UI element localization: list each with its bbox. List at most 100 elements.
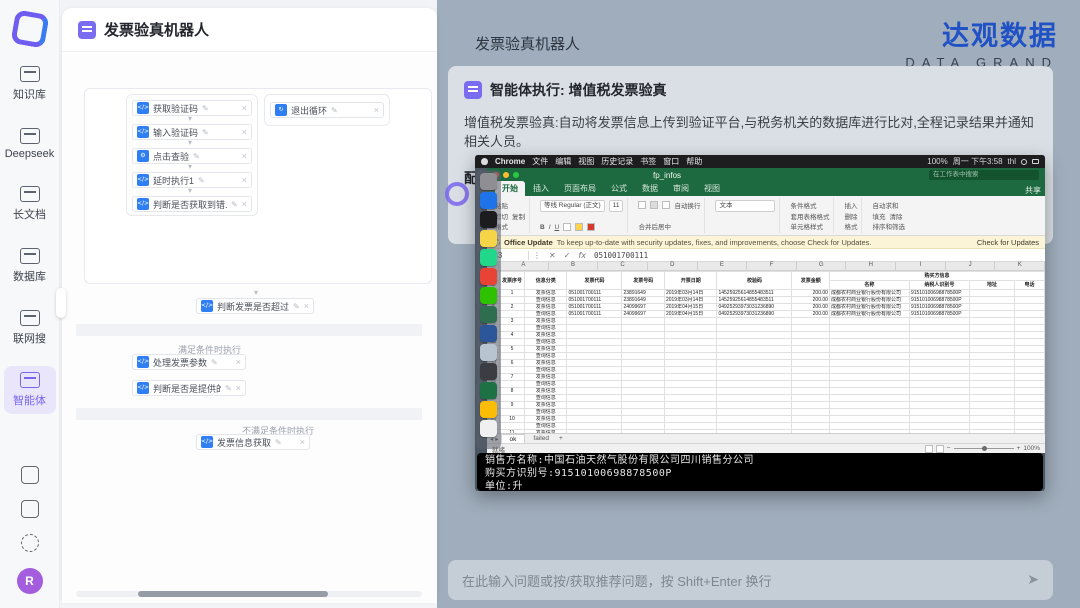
menubar-menu-item[interactable]: 帮助 [686, 156, 702, 167]
dock-app-icon-finder[interactable] [480, 420, 497, 437]
edit-node-icon[interactable]: ✎ [275, 438, 282, 447]
italic-button[interactable]: I [549, 224, 551, 231]
ribbon-tab[interactable]: 公式 [604, 181, 634, 196]
user-avatar[interactable]: R [17, 568, 43, 594]
zoom-out-icon[interactable]: − [947, 445, 951, 452]
edit-node-icon[interactable]: ✎ [193, 152, 200, 161]
sort-filter-button[interactable]: 排序和筛选 [872, 221, 905, 231]
dock-app-icon-photos[interactable] [480, 344, 497, 361]
sidebar-item[interactable]: 智能体 [4, 366, 56, 414]
column-letter[interactable]: H [846, 262, 896, 270]
header-taxid[interactable]: 纳税人识别号 [909, 281, 969, 290]
formula-value[interactable]: 051001700111 [590, 251, 648, 260]
panel-collapse-handle[interactable] [56, 288, 66, 318]
sheet-row[interactable]: 136 发票信息 [488, 360, 1045, 367]
workflow-node[interactable]: </> 判断是否是提供的... ✎ × [132, 380, 246, 396]
column-letter[interactable]: K [995, 262, 1045, 270]
workflow-node[interactable]: </> 发票信息获取 ✎ × [196, 434, 310, 450]
menubar-menu-item[interactable]: 文件 [532, 156, 548, 167]
dock-app-icon-mail[interactable] [480, 192, 497, 209]
autosum-button[interactable]: 自动求和 [872, 200, 905, 210]
ribbon-tab[interactable]: 页面布局 [557, 181, 603, 196]
borders-button[interactable] [563, 223, 571, 231]
header-invoice-number[interactable]: 发票号码 [622, 272, 664, 290]
sheet-row[interactable]: 115 发票信息 [488, 346, 1045, 353]
normal-view-icon[interactable] [925, 445, 933, 453]
sheet-row[interactable]: 4 查询信息051001700111 238916492019年03月14日14… [488, 297, 1045, 304]
workflow-canvas[interactable]: </> 获取验证码 ✎ × </> 输入验证码 ✎ × ⚙ 点击查验 ✎ × <… [62, 52, 437, 603]
zoom-window-icon[interactable] [513, 172, 519, 178]
download-client-icon[interactable] [21, 500, 39, 518]
dock-app-icon-excel[interactable] [480, 382, 497, 399]
apple-menu-icon[interactable] [481, 158, 488, 165]
sheet-row[interactable]: 12 查询信息 [488, 353, 1045, 360]
confirm-entry-icon[interactable]: ✓ [560, 251, 575, 260]
add-sheet-icon[interactable]: + [559, 435, 563, 442]
sheet-row[interactable]: 18 查询信息 [488, 395, 1045, 402]
device-icon[interactable] [21, 466, 39, 484]
column-letter[interactable]: B [549, 262, 599, 270]
insert-cells-button[interactable]: 插入 [844, 200, 857, 210]
column-letter[interactable]: D [648, 262, 698, 270]
remove-node-icon[interactable]: × [242, 127, 247, 137]
sheet-row[interactable]: 2110 发票信息 [488, 416, 1045, 423]
font-size-select[interactable]: 11 [609, 200, 624, 212]
edit-node-icon[interactable]: ✎ [202, 104, 209, 113]
edit-node-icon[interactable]: ✎ [225, 384, 232, 393]
underline-button[interactable]: U [555, 224, 560, 231]
menubar-menu-item[interactable]: 窗口 [663, 156, 679, 167]
header-issue-date[interactable]: 开票日期 [664, 272, 716, 290]
zoom-slider[interactable] [954, 448, 1014, 449]
dock-app-icon-chrome[interactable] [480, 268, 497, 285]
edit-node-icon[interactable]: ✎ [202, 128, 209, 137]
header-invoice-code[interactable]: 发票代码 [567, 272, 622, 290]
sheet-row[interactable]: 22 查询信息 [488, 423, 1045, 430]
dock-app-icon-launchpad[interactable] [480, 173, 497, 190]
column-letter[interactable]: I [896, 262, 946, 270]
sheet-row[interactable]: 6 查询信息051001700111 240996972019年04月15日04… [488, 311, 1045, 318]
sheet-row[interactable]: 31 发票信息051001700111 238916492019年03月14日1… [488, 290, 1045, 297]
column-letter[interactable]: E [698, 262, 748, 270]
header-amount[interactable]: 发票金额 [792, 272, 829, 290]
dock-app-icon-terminal[interactable] [480, 211, 497, 228]
ribbon-tab[interactable]: 审阅 [666, 181, 696, 196]
sheet-row[interactable]: 16 查询信息 [488, 381, 1045, 388]
sidebar-item[interactable]: 长文档 [4, 180, 56, 228]
sidebar-item[interactable]: 知识库 [4, 60, 56, 108]
bold-button[interactable]: B [540, 224, 545, 231]
edit-node-icon[interactable]: ✎ [198, 176, 205, 185]
remove-node-icon[interactable]: × [236, 357, 241, 367]
spreadsheet-grid[interactable]: 1 发票序号 信息分类 发票代码 发票号码 开票日期 校验码 发票金额 购买方信… [487, 271, 1045, 433]
menubar-menu-item[interactable]: 历史记录 [601, 156, 633, 167]
header-check-code[interactable]: 校验码 [717, 272, 792, 290]
workflow-node[interactable]: </> 判断发票是否超过... ✎ × [196, 298, 314, 314]
column-letter[interactable]: G [797, 262, 847, 270]
sheet-row[interactable]: 14 查询信息 [488, 367, 1045, 374]
number-format-select[interactable]: 文本 [715, 200, 775, 212]
fill-color-button[interactable] [575, 223, 583, 231]
zoom-in-icon[interactable]: + [1017, 445, 1021, 452]
conditional-format-button[interactable]: 条件格式 [790, 200, 829, 210]
header-buyer-info[interactable]: 购买方信息 [829, 272, 1044, 281]
dock-app-icon-app-store[interactable] [480, 306, 497, 323]
header-name[interactable]: 名称 [829, 281, 909, 290]
ribbon-tab[interactable]: 插入 [526, 181, 556, 196]
menubar-menu-item[interactable]: 编辑 [555, 156, 571, 167]
sidebar-item[interactable]: Deepseek [4, 122, 56, 166]
workflow-node[interactable]: </> 判断是否获取到错... ✎ × [132, 196, 252, 212]
menubar-menu-item[interactable]: 书签 [640, 156, 656, 167]
menubar-app-name[interactable]: Chrome [495, 157, 525, 166]
column-letter[interactable]: A [499, 262, 549, 270]
align-center-icon[interactable] [650, 201, 658, 209]
cell-style-button[interactable]: 单元格样式 [790, 221, 829, 231]
settings-gear-icon[interactable] [21, 534, 39, 552]
dock-app-icon-notes[interactable] [480, 230, 497, 247]
sheet-row[interactable]: 94 发票信息 [488, 332, 1045, 339]
sheet-row[interactable]: 52 发票信息051001700111 240996972019年04月15日0… [488, 304, 1045, 311]
sheet-tab[interactable]: failed [525, 434, 557, 443]
ribbon-tab[interactable]: 数据 [635, 181, 665, 196]
sheet-tab[interactable]: ok [501, 434, 526, 443]
remove-node-icon[interactable]: × [242, 199, 247, 209]
copy-button[interactable]: 复制 [512, 211, 525, 221]
dock-app-icon-word[interactable] [480, 325, 497, 342]
